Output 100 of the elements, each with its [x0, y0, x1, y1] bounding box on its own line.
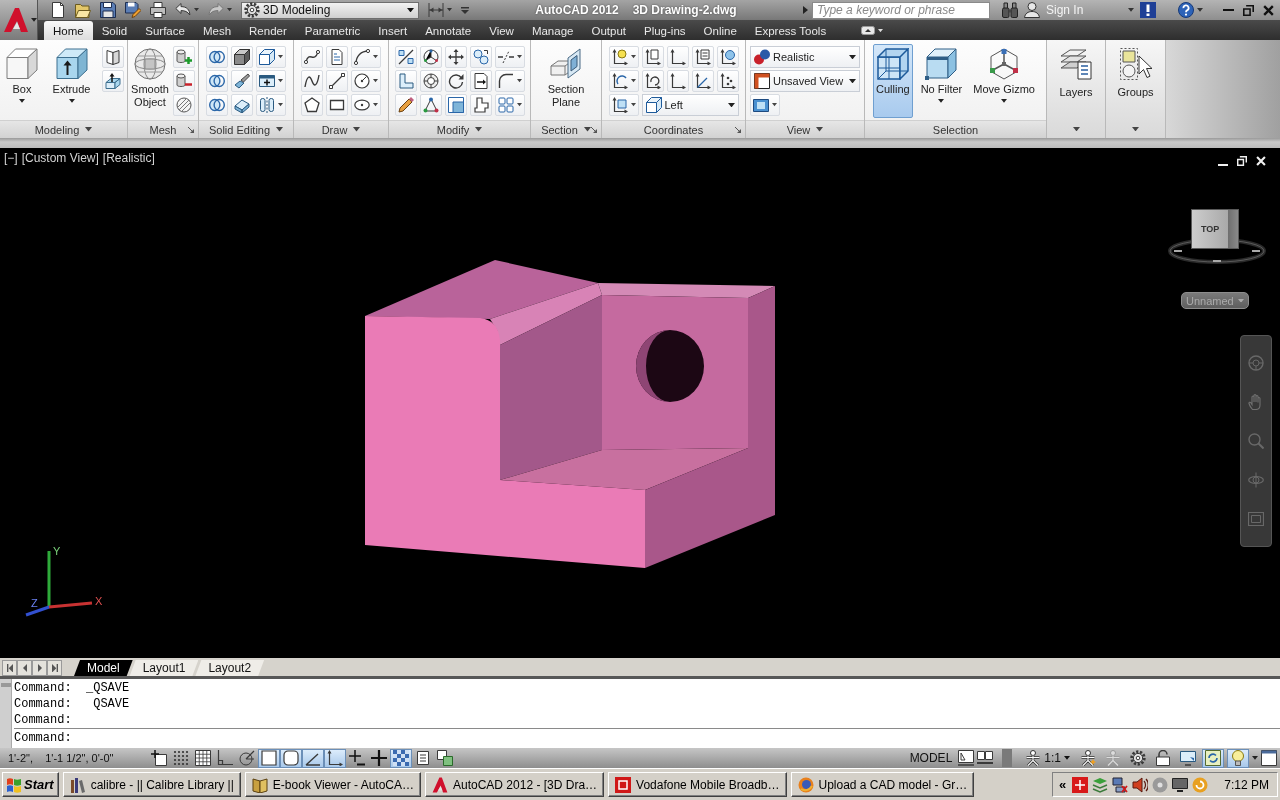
workspace-dropdown[interactable]: 3D Modeling — [241, 1, 419, 19]
network-x-icon[interactable] — [1112, 776, 1129, 793]
tab-scroll-button[interactable] — [32, 660, 47, 676]
minimize-icon[interactable] — [1218, 163, 1228, 166]
folder-icon[interactable] — [75, 2, 91, 18]
document-icon[interactable] — [50, 2, 66, 18]
caret-icon[interactable] — [447, 8, 452, 12]
tool-button[interactable] — [102, 70, 124, 92]
tool-dropdown-button[interactable] — [351, 70, 381, 92]
status-toggle[interactable] — [302, 748, 324, 768]
caret-icon[interactable] — [194, 8, 199, 12]
tool-button[interactable] — [469, 70, 492, 92]
tool-dropdown-button[interactable] — [608, 94, 639, 116]
minimize-icon[interactable] — [1223, 8, 1234, 12]
ribbon-tab[interactable]: Manage — [522, 21, 583, 40]
corner-arrow-icon[interactable] — [591, 126, 597, 133]
tool-button[interactable] — [326, 70, 348, 92]
tool-button[interactable] — [716, 46, 739, 68]
dropdown[interactable]: Left — [641, 94, 739, 116]
status-toggle[interactable] — [1202, 748, 1224, 768]
ribbon-tab[interactable]: Solid — [92, 21, 137, 40]
taskbar-button[interactable]: Vodafone Mobile Broadb… — [608, 772, 787, 797]
tool-button[interactable] — [444, 46, 467, 68]
status-toggle[interactable] — [390, 748, 412, 768]
taskbar-button[interactable]: Upload a CAD model - Gr… — [790, 772, 975, 797]
status-toggle[interactable] — [280, 748, 302, 768]
ribbon-tab[interactable]: Express Tools — [745, 21, 836, 40]
tool-button[interactable] — [394, 94, 417, 116]
tool-dropdown-button[interactable] — [608, 70, 639, 92]
ribbon-tab[interactable]: Parametric — [295, 21, 370, 40]
tool-button[interactable]: Extrude — [51, 44, 92, 106]
tool-dropdown-button[interactable] — [256, 70, 286, 92]
floppy-icon[interactable] — [100, 2, 116, 18]
caret-icon[interactable] — [816, 127, 824, 132]
redo-arrow-icon[interactable] — [208, 2, 224, 18]
tool-button[interactable]: No Filter — [917, 44, 966, 118]
ribbon-tab[interactable]: Annotate — [416, 21, 481, 40]
annotation-scale-button[interactable]: 1:1 — [1021, 748, 1074, 768]
tool-button[interactable] — [641, 70, 664, 92]
status-toggle[interactable] — [192, 748, 214, 768]
model-space-button[interactable]: MODEL — [906, 748, 956, 768]
dropdown[interactable]: Unsaved View — [750, 70, 860, 92]
network-alert-icon[interactable] — [1072, 776, 1089, 793]
tool-button[interactable]: Box — [3, 44, 41, 106]
ribbon-tab[interactable]: Output — [582, 21, 635, 40]
tool-button[interactable] — [231, 70, 253, 92]
window-icon[interactable] — [1261, 750, 1277, 766]
tool-button[interactable] — [691, 46, 714, 68]
taskbar-button[interactable]: E-book Viewer - AutoCA… — [244, 772, 421, 797]
tool-button[interactable] — [301, 46, 323, 68]
tool-button[interactable]: Move Gizmo — [970, 44, 1038, 118]
tool-button[interactable] — [301, 94, 323, 116]
tool-button[interactable] — [716, 70, 739, 92]
status-toggle[interactable] — [1177, 748, 1199, 768]
tool-dropdown-button[interactable] — [256, 94, 286, 116]
layout-tab[interactable]: Layout1 — [129, 660, 199, 676]
printer-icon[interactable] — [150, 2, 166, 18]
tool-button[interactable] — [326, 94, 348, 116]
ribbon-tab[interactable]: Plug-ins — [635, 21, 695, 40]
layout-tab[interactable]: Model — [74, 660, 133, 676]
tool-button[interactable] — [444, 70, 467, 92]
application-menu-button[interactable] — [0, 0, 38, 40]
ribbon-tab[interactable]: Online — [694, 21, 746, 40]
floppy-pencil-icon[interactable] — [125, 2, 141, 18]
tab-scroll-button[interactable] — [17, 660, 32, 676]
viewport-control[interactable]: [Custom View] — [21, 151, 99, 165]
ribbon-tab[interactable]: Insert — [369, 21, 417, 40]
tool-button[interactable] — [231, 94, 253, 116]
caret-icon[interactable] — [1132, 126, 1139, 132]
tool-button[interactable]: Section Plane — [541, 44, 591, 112]
viewport-control[interactable]: [Realistic] — [102, 151, 155, 165]
layout-sheet-icon[interactable] — [958, 750, 975, 766]
tool-dropdown-button[interactable] — [351, 46, 381, 68]
status-toggle[interactable] — [258, 748, 280, 768]
caret-icon[interactable] — [1252, 756, 1258, 760]
status-toggle[interactable] — [346, 748, 368, 768]
two-panes-icon[interactable] — [977, 750, 994, 766]
stack-icon[interactable] — [1092, 776, 1109, 793]
caret-icon[interactable] — [1197, 8, 1203, 12]
status-toggle[interactable] — [1227, 748, 1249, 768]
search-field[interactable]: Type a keyword or phrase — [812, 1, 990, 19]
status-toggle[interactable] — [434, 748, 456, 768]
monitor-icon[interactable] — [1172, 776, 1189, 793]
status-toggle[interactable] — [148, 748, 170, 768]
status-toggle[interactable] — [368, 748, 390, 768]
viewport-control[interactable]: [−] — [4, 151, 18, 165]
tool-dropdown-button[interactable] — [750, 94, 780, 116]
collapse-tab-icon[interactable] — [861, 26, 876, 35]
exclamation-icon[interactable] — [1140, 2, 1156, 18]
corner-arrow-icon[interactable] — [735, 126, 741, 133]
caret-icon[interactable] — [353, 127, 361, 132]
tool-button[interactable]: Culling — [873, 44, 913, 118]
tab-scroll-button[interactable] — [2, 660, 17, 676]
tool-dropdown-button[interactable] — [351, 94, 381, 116]
dropdown[interactable]: Realistic — [750, 46, 860, 68]
tool-button[interactable] — [231, 46, 253, 68]
tool-dropdown-button[interactable] — [494, 46, 525, 68]
taskbar-button[interactable]: AutoCAD 2012 - [3D Dra… — [425, 772, 605, 797]
restore-icon[interactable] — [1237, 156, 1247, 166]
corner-arrow-icon[interactable] — [188, 126, 194, 133]
